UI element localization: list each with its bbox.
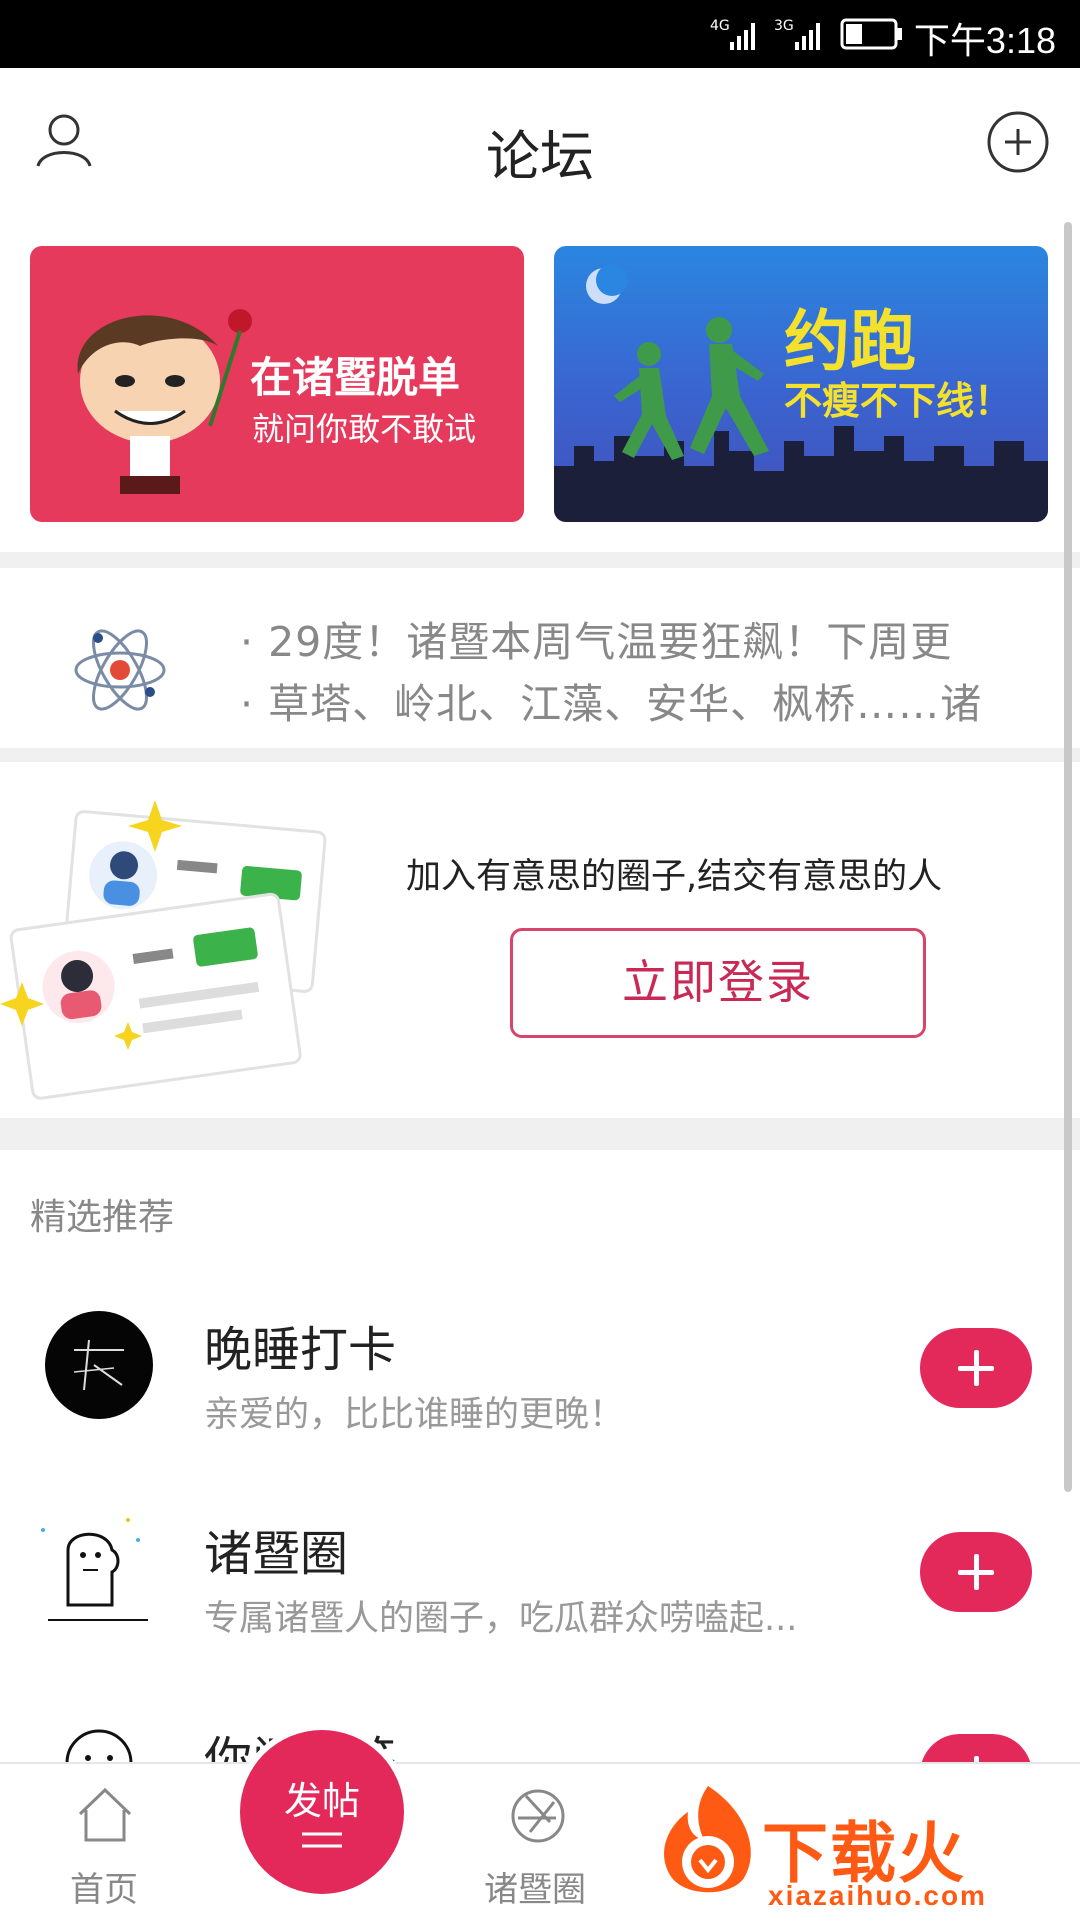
circle-avatar [45, 1311, 153, 1419]
login-button[interactable]: 立即登录 [510, 928, 926, 1038]
join-circle-button[interactable] [920, 1532, 1032, 1612]
news-item[interactable]: · 29度！诸暨本周气温要狂飙！下周更 [240, 608, 1040, 668]
xiazaihuo-logo-icon [664, 1786, 751, 1893]
nav-circle-label: 诸暨圈 [484, 1870, 586, 1910]
home-icon [78, 1787, 132, 1842]
clock: 下午3:18 [913, 20, 1056, 61]
nav-home-label: 首页 [70, 1870, 138, 1910]
news-ticker[interactable]: · 29度！诸暨本周气温要狂飙！下周更 · 草塔、岭北、江藻、安华、枫桥……诸 [0, 568, 1080, 748]
circle-description: 亲爱的，比比谁睡的更晚！ [204, 1395, 625, 1435]
banner-subline: 不瘦不下线！ [784, 379, 1013, 423]
section-divider [0, 1118, 1080, 1150]
list-item[interactable]: 你问我答 [0, 1698, 1060, 1762]
banner-dating[interactable]: 在诸暨脱单 就问你敢不敢试 [30, 246, 524, 522]
banner-running[interactable]: 约跑 不瘦不下线！ [554, 246, 1048, 522]
login-card: 加入有意思的圈子,结交有意思的人 立即登录 [0, 762, 1080, 1118]
cartoon-man-illustration [77, 309, 252, 494]
aperture-icon [511, 1789, 565, 1843]
post-button[interactable]: 发帖 [240, 1730, 404, 1894]
battery-icon [840, 18, 902, 50]
network-4g-label: 4G [710, 18, 730, 34]
signal-icon [730, 23, 755, 50]
network-3g-label: 3G [774, 18, 794, 34]
post-button-label: 发帖 [283, 1779, 360, 1823]
signal-icon [795, 23, 820, 50]
circle-avatar [65, 1729, 133, 1762]
scrollbar[interactable] [1064, 222, 1072, 1492]
circle-avatar [28, 1510, 158, 1640]
nav-circle[interactable]: 诸暨圈 [470, 1784, 610, 1914]
add-circle-icon[interactable] [986, 110, 1050, 174]
banner-subline: 就问你敢不敢试 [252, 410, 477, 448]
membership-cards-illustration [0, 800, 327, 1100]
status-bar: 4G 3G 下午3:18 [0, 0, 1080, 68]
circle-description: 专属诸暨人的圈子，吃瓜群众唠嗑起... [204, 1599, 798, 1639]
watermark-url: xiazaihuo.com [768, 1880, 987, 1911]
section-divider [0, 552, 1080, 568]
news-item[interactable]: · 草塔、岭北、江藻、安华、枫桥……诸 [240, 670, 1040, 730]
banner-headline: 在诸暨脱单 [250, 353, 461, 402]
join-circle-button[interactable] [920, 1328, 1032, 1408]
list-item[interactable]: 诸暨圈 专属诸暨人的圈子，吃瓜群众唠嗑起... [0, 1494, 1060, 1674]
list-item[interactable]: 晚睡打卡 亲爱的，比比谁睡的更晚！ [0, 1290, 1060, 1470]
section-title: 精选推荐 [30, 1197, 175, 1238]
page-title: 论坛 [486, 125, 594, 188]
join-circle-button[interactable] [920, 1734, 1032, 1762]
menu-lines-icon [302, 1832, 342, 1848]
app-header: 论坛 [0, 68, 1080, 218]
section-divider [0, 748, 1080, 762]
nav-home[interactable]: 首页 [50, 1784, 160, 1914]
circle-name: 晚睡打卡 [204, 1322, 397, 1378]
atom-icon [74, 629, 166, 711]
circle-name: 诸暨圈 [204, 1526, 349, 1582]
login-prompt-text: 加入有意思的圈子,结交有意思的人 [406, 857, 943, 897]
